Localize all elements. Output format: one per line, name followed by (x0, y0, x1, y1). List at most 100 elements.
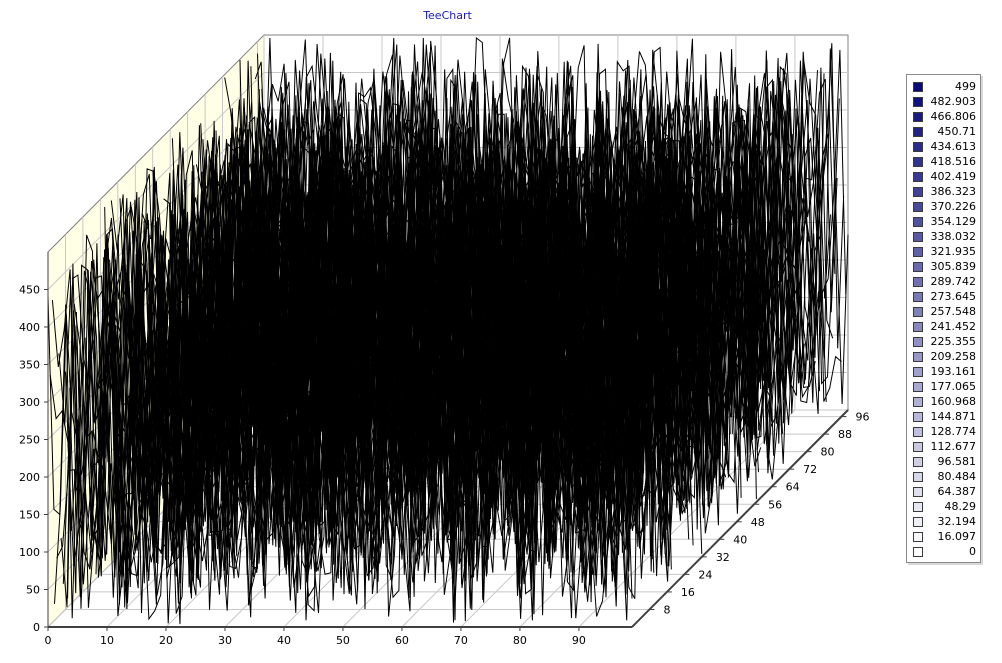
z-tick-label: 80 (821, 446, 835, 459)
legend-item: 386.323 (907, 184, 980, 199)
y-tick-label: 350 (19, 359, 40, 372)
y-tick-label: 150 (19, 509, 40, 522)
legend-item: 289.742 (907, 274, 980, 289)
z-tick-label: 96 (855, 411, 869, 424)
legend-swatch (913, 367, 923, 377)
legend-label: 338.032 (930, 230, 977, 243)
legend-item: 370.226 (907, 199, 980, 214)
legend-label: 225.355 (930, 335, 977, 348)
legend-item: 338.032 (907, 229, 980, 244)
x-tick-label: 20 (159, 634, 173, 647)
legend-item: 354.129 (907, 214, 980, 229)
legend-swatch (913, 337, 923, 347)
y-tick-label: 50 (26, 584, 40, 597)
legend-item: 418.516 (907, 154, 980, 169)
legend-label: 64.387 (937, 485, 977, 498)
legend-swatch (913, 202, 923, 212)
legend-label: 450.71 (937, 125, 977, 138)
legend-label: 386.323 (930, 185, 977, 198)
z-tick-label: 40 (733, 533, 747, 546)
legend-label: 499 (955, 80, 976, 93)
legend-swatch (913, 442, 923, 452)
legend-label: 16.097 (937, 530, 977, 543)
legend-item: 305.839 (907, 259, 980, 274)
x-tick-label: 0 (45, 634, 52, 647)
legend-label: 160.968 (930, 395, 977, 408)
legend-label: 354.129 (930, 215, 977, 228)
legend-label: 466.806 (930, 110, 977, 123)
legend-item: 160.968 (907, 394, 980, 409)
legend-swatch (913, 412, 923, 422)
z-tick-label: 32 (716, 551, 730, 564)
legend-swatch (913, 217, 923, 227)
x-tick-label: 50 (336, 634, 350, 647)
z-tick-label: 24 (698, 568, 712, 581)
legend-item: 16.097 (907, 529, 980, 544)
z-tick-label: 8 (663, 603, 670, 616)
z-tick-label: 56 (768, 498, 782, 511)
x-tick-label: 90 (572, 634, 586, 647)
x-tick-label: 10 (100, 634, 114, 647)
legend-swatch (913, 352, 923, 362)
legend-label: 241.452 (930, 320, 977, 333)
legend-swatch (913, 262, 923, 272)
legend-swatch (913, 172, 923, 182)
legend-swatch (913, 157, 923, 167)
legend-label: 128.774 (930, 425, 977, 438)
legend-label: 112.677 (930, 440, 977, 453)
legend-label: 289.742 (930, 275, 977, 288)
legend-label: 80.484 (937, 470, 977, 483)
y-tick-label: 200 (19, 471, 40, 484)
legend-swatch (913, 82, 923, 92)
z-tick-label: 48 (751, 516, 765, 529)
y-tick-label: 400 (19, 321, 40, 334)
y-tick-label: 450 (19, 284, 40, 297)
legend-label: 144.871 (930, 410, 977, 423)
legend-label: 0 (969, 545, 976, 558)
legend-item: 0 (907, 544, 980, 559)
legend-label: 402.419 (930, 170, 977, 183)
x-tick-label: 80 (513, 634, 527, 647)
legend-label: 193.161 (930, 365, 977, 378)
legend-swatch (913, 382, 923, 392)
legend-label: 321.935 (930, 245, 977, 258)
legend-swatch (913, 532, 923, 542)
z-tick-label: 64 (786, 481, 800, 494)
legend-item: 241.452 (907, 319, 980, 334)
legend-item: 48.29 (907, 499, 980, 514)
y-tick-label: 100 (19, 546, 40, 559)
legend-item: 257.548 (907, 304, 980, 319)
legend-item: 466.806 (907, 109, 980, 124)
z-tick-label: 72 (803, 463, 817, 476)
legend-item: 64.387 (907, 484, 980, 499)
legend-item: 144.871 (907, 409, 980, 424)
legend-item: 128.774 (907, 424, 980, 439)
legend-swatch (913, 472, 923, 482)
y-tick-label: 250 (19, 434, 40, 447)
legend-swatch (913, 427, 923, 437)
legend-item: 209.258 (907, 349, 980, 364)
legend-swatch (913, 487, 923, 497)
legend-swatch (913, 127, 923, 137)
legend-item: 321.935 (907, 244, 980, 259)
legend-swatch (913, 292, 923, 302)
legend-label: 305.839 (930, 260, 977, 273)
legend-label: 482.903 (930, 95, 977, 108)
x-tick-label: 70 (454, 634, 468, 647)
legend-item: 482.903 (907, 94, 980, 109)
legend-swatch (913, 97, 923, 107)
y-tick-label: 300 (19, 396, 40, 409)
x-tick-label: 60 (395, 634, 409, 647)
legend-label: 273.645 (930, 290, 977, 303)
y-tick-label: 0 (33, 621, 40, 634)
legend-item: 32.194 (907, 514, 980, 529)
legend-swatch (913, 457, 923, 467)
legend-item: 273.645 (907, 289, 980, 304)
legend-swatch (913, 112, 923, 122)
legend-label: 370.226 (930, 200, 977, 213)
legend-item: 434.613 (907, 139, 980, 154)
legend-swatch (913, 232, 923, 242)
legend-item: 96.581 (907, 454, 980, 469)
legend-label: 48.29 (944, 500, 977, 513)
legend-swatch (913, 142, 923, 152)
